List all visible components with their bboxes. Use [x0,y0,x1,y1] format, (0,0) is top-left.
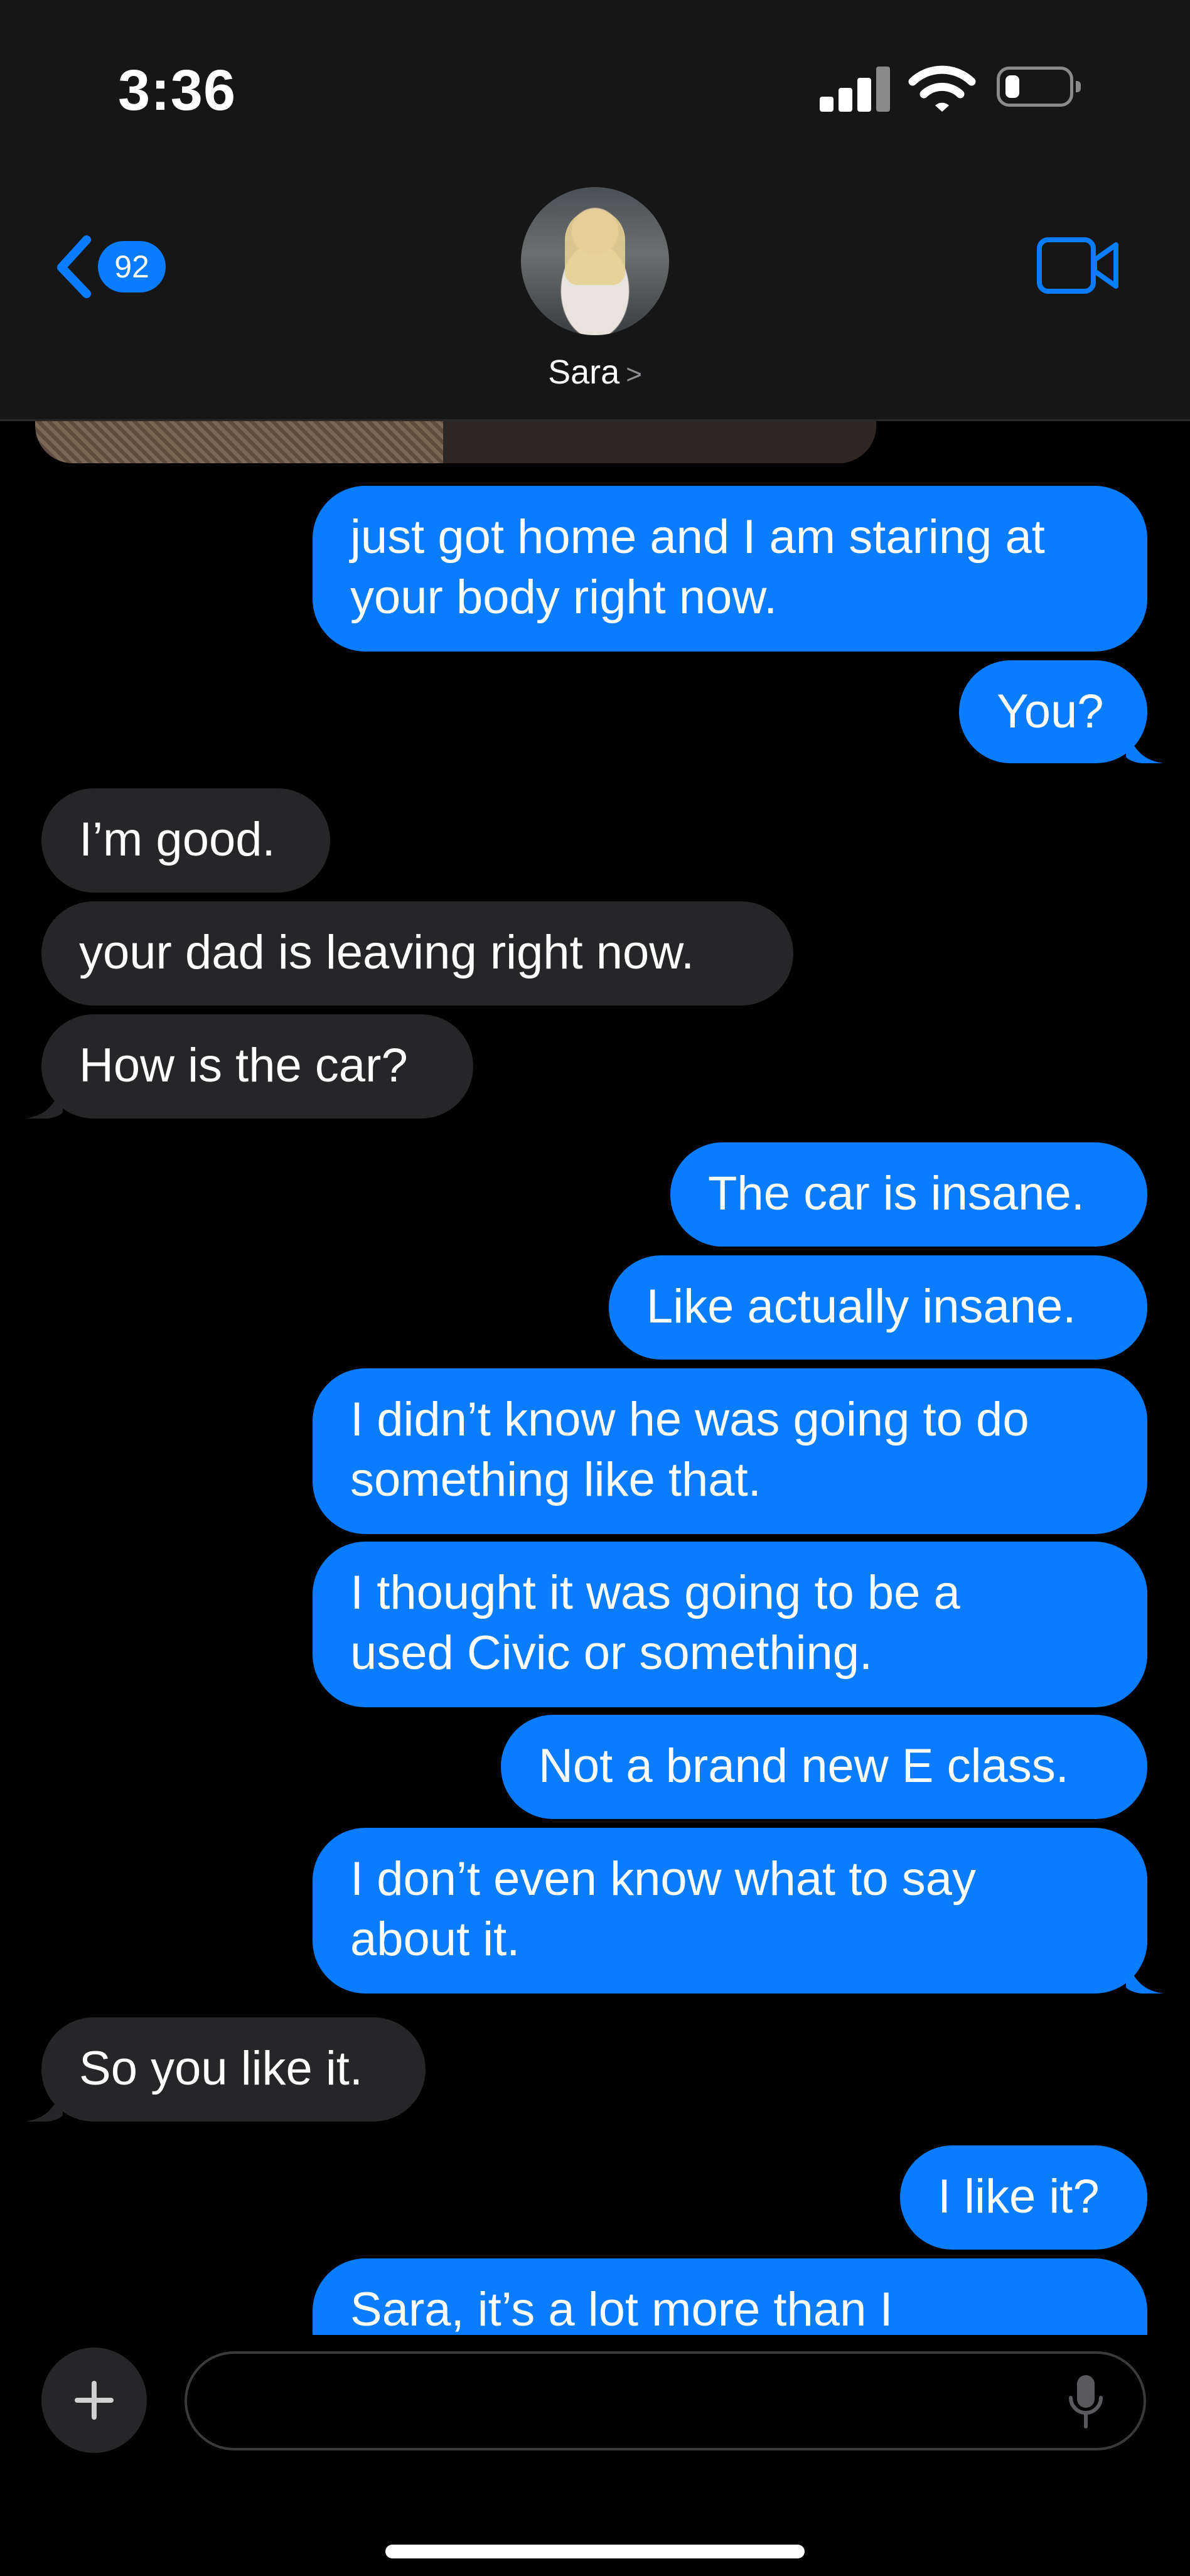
video-camera-icon [1037,237,1118,294]
contact-name: Sara [548,353,620,391]
contact-name-button[interactable]: Sara > [0,353,1190,392]
message-input[interactable] [185,2351,1146,2450]
message-bubble-outgoing[interactable]: Sara, it’s a lot more than I [313,2258,1147,2335]
message-thread[interactable]: just got home and I am staring at your b… [0,419,1190,2335]
message-bubble-outgoing[interactable]: I didn’t know he was going to do somethi… [313,1368,1147,1534]
battery-icon [997,67,1081,107]
message-bubble-incoming[interactable]: I’m good. [41,788,330,893]
status-time: 3:36 [118,58,237,122]
contact-avatar[interactable] [521,187,669,335]
message-bubble-incoming[interactable]: So you like it. [41,2017,426,2122]
message-composer [0,2335,1190,2576]
message-bubble-outgoing[interactable]: You? [959,660,1147,763]
microphone-icon[interactable] [1067,2373,1105,2433]
chevron-right-icon: > [626,359,642,390]
message-bubble-outgoing[interactable]: The car is insane. [670,1142,1147,1247]
plus-button[interactable] [41,2348,147,2453]
message-bubble-outgoing[interactable]: I like it? [900,2145,1147,2250]
cellular-signal-icon [820,67,890,112]
message-bubble-outgoing[interactable]: Not a brand new E class. [501,1715,1147,1819]
photo-attachment[interactable] [35,419,876,463]
chevron-left-icon [57,235,91,298]
conversation-header: 3:36 92 Sara > [0,0,1190,421]
message-bubble-outgoing[interactable]: I don’t even know what to say about it. [313,1828,1147,1994]
message-bubble-outgoing[interactable]: I thought it was going to be a used Civi… [313,1542,1147,1707]
facetime-video-button[interactable] [1037,237,1120,297]
message-bubble-incoming[interactable]: your dad is leaving right now. [41,901,793,1006]
message-bubble-incoming[interactable]: How is the car? [41,1014,473,1119]
home-indicator [385,2545,805,2558]
message-bubble-outgoing[interactable]: just got home and I am staring at your b… [313,486,1147,652]
unread-count-badge: 92 [98,241,166,292]
message-bubble-outgoing[interactable]: Like actually insane. [609,1255,1147,1360]
wifi-icon [908,65,976,112]
